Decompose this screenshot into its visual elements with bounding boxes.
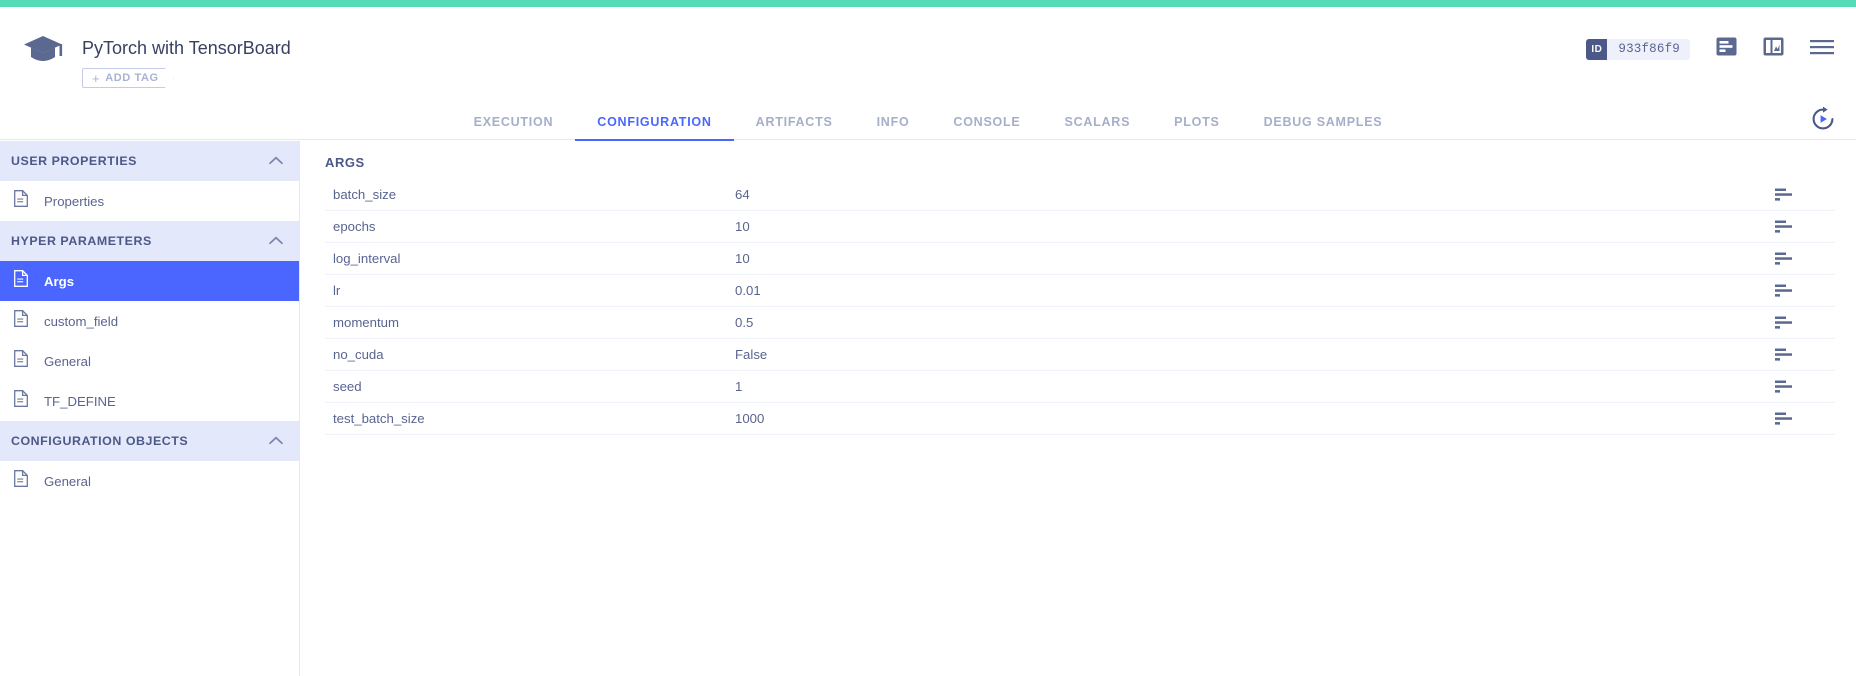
details-panel-icon[interactable] xyxy=(1716,37,1737,61)
sidebar-section-label: USER PROPERTIES xyxy=(11,154,137,168)
configuration-sidebar: USER PROPERTIES Properties HYPER PARAMET… xyxy=(0,141,300,676)
table-row[interactable]: no_cuda False xyxy=(325,339,1835,371)
tab-artifacts[interactable]: ARTIFACTS xyxy=(734,115,855,140)
sidebar-item-properties[interactable]: Properties xyxy=(0,181,299,221)
hamburger-menu-icon[interactable] xyxy=(1810,39,1834,60)
document-icon xyxy=(14,270,28,292)
document-icon xyxy=(14,190,28,212)
tab-info[interactable]: INFO xyxy=(855,115,932,140)
parameter-value: 64 xyxy=(735,187,750,202)
header-actions: ID 933f86f9 xyxy=(1586,37,1834,61)
table-row[interactable]: test_batch_size 1000 xyxy=(325,403,1835,435)
parameter-key: lr xyxy=(333,283,341,298)
table-row[interactable]: lr 0.01 xyxy=(325,275,1835,307)
sidebar-item-label: Args xyxy=(44,273,75,289)
chevron-up-icon xyxy=(269,152,283,170)
parameter-key: seed xyxy=(333,379,362,394)
description-lines-icon[interactable] xyxy=(1775,252,1835,266)
plus-icon: + xyxy=(92,70,101,86)
chevron-up-icon xyxy=(269,432,283,450)
tab-scalars[interactable]: SCALARS xyxy=(1042,115,1152,140)
tab-plots[interactable]: PLOTS xyxy=(1152,115,1241,140)
sidebar-section-label: HYPER PARAMETERS xyxy=(11,234,152,248)
parameter-value: 1000 xyxy=(735,411,765,426)
document-icon xyxy=(14,470,28,492)
parameter-value: 10 xyxy=(735,219,750,234)
split-view-icon[interactable] xyxy=(1763,37,1784,61)
parameter-value: 0.5 xyxy=(735,315,754,330)
parameter-key: no_cuda xyxy=(333,347,384,362)
id-chip-label: ID xyxy=(1586,38,1608,60)
parameter-value: False xyxy=(735,347,768,362)
description-lines-icon[interactable] xyxy=(1775,412,1835,426)
auto-refresh-icon[interactable] xyxy=(1810,106,1836,137)
page-header: PyTorch with TensorBoard + ADD TAG ID 93… xyxy=(0,7,1856,100)
sidebar-item-general-config[interactable]: General xyxy=(0,461,299,501)
description-lines-icon[interactable] xyxy=(1775,188,1835,202)
tab-debug-samples[interactable]: DEBUG SAMPLES xyxy=(1242,115,1405,140)
tab-list: EXECUTION CONFIGURATION ARTIFACTS INFO C… xyxy=(0,100,1856,141)
sidebar-section-user-properties[interactable]: USER PROPERTIES xyxy=(0,141,299,181)
sidebar-item-custom-field[interactable]: custom_field xyxy=(0,301,299,341)
sidebar-section-hyper-parameters[interactable]: HYPER PARAMETERS xyxy=(0,221,299,261)
add-tag-label: ADD TAG xyxy=(105,72,159,84)
parameter-key: log_interval xyxy=(333,251,401,266)
sidebar-item-tf-define[interactable]: TF_DEFINE xyxy=(0,381,299,421)
table-row[interactable]: epochs 10 xyxy=(325,211,1835,243)
document-icon xyxy=(14,390,28,412)
sidebar-item-label: General xyxy=(44,353,91,369)
graduation-cap-icon xyxy=(22,29,64,69)
parameter-value: 10 xyxy=(735,251,750,266)
sidebar-item-args[interactable]: Args xyxy=(0,261,299,301)
parameters-table: batch_size 64 epochs 10 log_interval 10 xyxy=(325,179,1835,435)
sidebar-item-label: Properties xyxy=(44,193,105,209)
sidebar-item-label: custom_field xyxy=(44,313,119,329)
table-row[interactable]: seed 1 xyxy=(325,371,1835,403)
parameter-key: batch_size xyxy=(333,187,397,202)
tab-bar: EXECUTION CONFIGURATION ARTIFACTS INFO C… xyxy=(0,100,1856,141)
title-block: PyTorch with TensorBoard + ADD TAG xyxy=(82,37,291,88)
description-lines-icon[interactable] xyxy=(1775,380,1835,394)
sidebar-item-general-hyper[interactable]: General xyxy=(0,341,299,381)
tab-execution[interactable]: EXECUTION xyxy=(452,115,576,140)
parameter-key: momentum xyxy=(333,315,399,330)
page-title: PyTorch with TensorBoard xyxy=(82,38,291,58)
main-content: ARGS batch_size 64 epochs 10 log_interva… xyxy=(300,141,1856,676)
section-title: ARGS xyxy=(325,155,365,170)
experiment-id-badge[interactable]: ID 933f86f9 xyxy=(1586,38,1690,60)
sidebar-section-configuration-objects[interactable]: CONFIGURATION OBJECTS xyxy=(0,421,299,461)
tab-configuration[interactable]: CONFIGURATION xyxy=(575,115,735,141)
tab-console[interactable]: CONSOLE xyxy=(931,115,1042,140)
chevron-up-icon xyxy=(269,232,283,250)
parameter-value: 1 xyxy=(735,379,743,394)
sidebar-item-label: General xyxy=(44,473,91,489)
table-row[interactable]: momentum 0.5 xyxy=(325,307,1835,339)
sidebar-section-label: CONFIGURATION OBJECTS xyxy=(11,434,189,448)
parameter-key: test_batch_size xyxy=(333,411,425,426)
description-lines-icon[interactable] xyxy=(1775,348,1835,362)
parameter-value: 0.01 xyxy=(735,283,761,298)
document-icon xyxy=(14,350,28,372)
description-lines-icon[interactable] xyxy=(1775,220,1835,234)
document-icon xyxy=(14,310,28,332)
description-lines-icon[interactable] xyxy=(1775,316,1835,330)
sidebar-item-label: TF_DEFINE xyxy=(44,393,116,409)
table-row[interactable]: batch_size 64 xyxy=(325,179,1835,211)
experiment-id-value: 933f86f9 xyxy=(1618,42,1680,56)
description-lines-icon[interactable] xyxy=(1775,284,1835,298)
experiment-configuration-page: RUNNING PyTorch with TensorBoard + ADD T… xyxy=(0,0,1856,676)
add-tag-button[interactable]: + ADD TAG xyxy=(82,68,174,88)
table-row[interactable]: log_interval 10 xyxy=(325,243,1835,275)
parameter-key: epochs xyxy=(333,219,376,234)
